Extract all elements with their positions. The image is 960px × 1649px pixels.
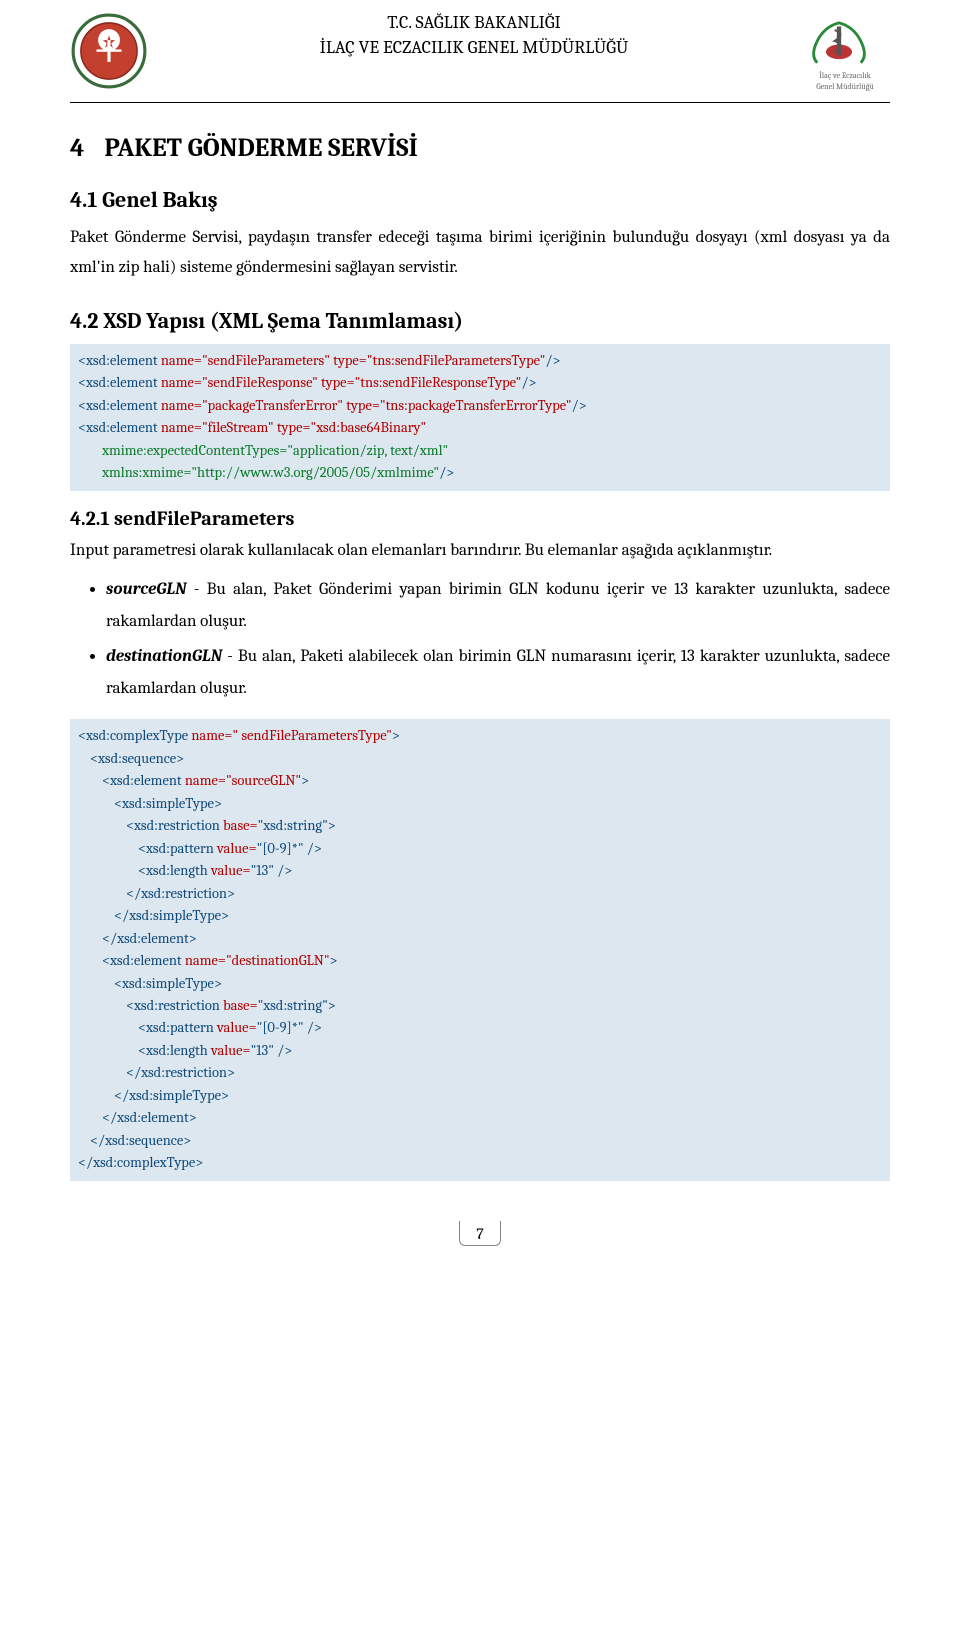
page-number: 7 <box>459 1221 501 1246</box>
subsection-4-1-heading: 4.1 Genel Bakış <box>70 187 890 213</box>
ministry-seal-icon <box>70 12 148 90</box>
parameter-list: sourceGLN - Bu alan, Paket Gönderimi yap… <box>70 574 890 705</box>
section-4-heading: 4 PAKET GÖNDERME SERVİSİ <box>70 133 890 163</box>
page: T.C. SAĞLIK BAKANLIĞI İLAÇ VE ECZACILIK … <box>0 0 960 1286</box>
xsd-snippet-1: <xsd:element name="sendFileParameters" t… <box>70 344 890 491</box>
header-line-1: T.C. SAĞLIK BAKANLIĞI <box>148 12 800 33</box>
param-desc: - Bu alan, Paket Gönderimi yapan birimin… <box>106 580 890 631</box>
param-name-destinationgln: destinationGLN <box>106 647 222 666</box>
header-line-2: İLAÇ VE ECZACILIK GENEL MÜDÜRLÜĞÜ <box>148 37 800 58</box>
directorate-logo-block: İlaç ve Eczacılık Genel Müdürlüğü <box>800 12 890 92</box>
pharmacy-logo-icon <box>800 12 878 70</box>
logo-caption-1: İlaç ve Eczacılık <box>800 72 890 81</box>
subsection-4-1-para: Paket Gönderme Servisi, paydaşın transfe… <box>70 223 890 284</box>
page-footer: 7 <box>70 1221 890 1246</box>
logo-caption-2: Genel Müdürlüğü <box>800 83 890 92</box>
page-header: T.C. SAĞLIK BAKANLIĞI İLAÇ VE ECZACILIK … <box>70 12 890 92</box>
section-title: PAKET GÖNDERME SERVİSİ <box>104 133 417 163</box>
list-item: sourceGLN - Bu alan, Paket Gönderimi yap… <box>106 574 890 639</box>
subsection-4-2-1-heading: 4.2.1 sendFileParameters <box>70 507 890 530</box>
header-title-block: T.C. SAĞLIK BAKANLIĞI İLAÇ VE ECZACILIK … <box>148 12 800 58</box>
list-item: destinationGLN - Bu alan, Paketi alabile… <box>106 641 890 706</box>
xsd-snippet-2: <xsd:complexType name=" sendFileParamete… <box>70 719 890 1180</box>
header-divider <box>70 102 890 103</box>
param-name-sourcegln: sourceGLN <box>106 580 187 599</box>
subsection-4-2-heading: 4.2 XSD Yapısı (XML Şema Tanımlaması) <box>70 308 890 334</box>
section-number: 4 <box>70 133 84 163</box>
param-desc: - Bu alan, Paketi alabilecek olan birimi… <box>106 647 890 698</box>
subsection-4-2-1-para: Input parametresi olarak kullanılacak ol… <box>70 536 890 567</box>
